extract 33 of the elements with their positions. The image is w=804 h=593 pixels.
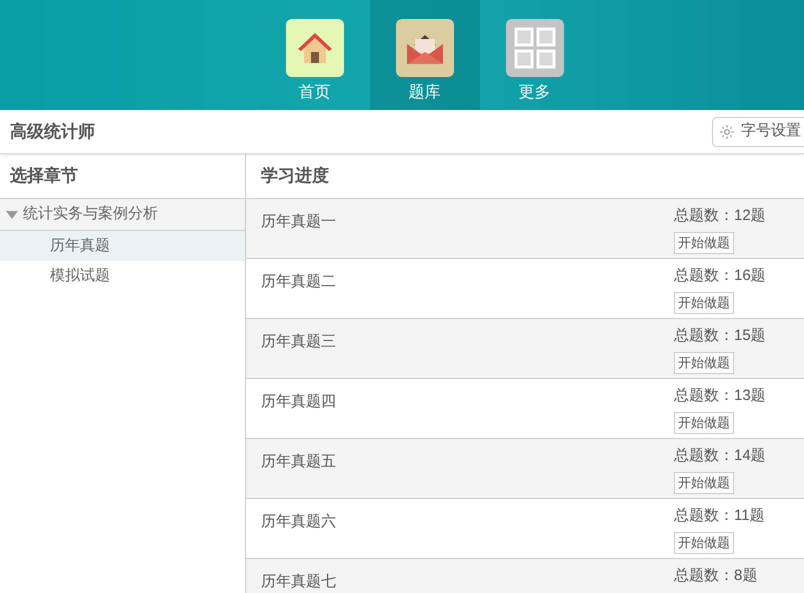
chapter-item[interactable]: 统计实务与案例分析 [0, 199, 245, 231]
exam-name: 历年真题三 [260, 332, 337, 352]
sidebar-heading: 选择章节 [10, 165, 78, 188]
question-count: 总题数：15题 [674, 326, 766, 346]
question-count: 总题数：11题 [674, 506, 765, 526]
grid-icon [506, 19, 564, 77]
start-button[interactable]: 开始做题 [674, 472, 734, 494]
section-item[interactable]: 模拟试题 [0, 261, 245, 291]
font-settings-button[interactable]: 字号设置 [712, 116, 804, 146]
progress-heading: 学习进度 [261, 165, 329, 188]
exam-name: 历年真题一 [260, 212, 337, 232]
start-button[interactable]: 开始做题 [674, 232, 734, 254]
page-title: 高级统计师 [9, 120, 95, 143]
nav-tab[interactable]: 题库 [370, 0, 480, 110]
start-button[interactable]: 开始做题 [674, 292, 734, 314]
caret-icon [6, 210, 18, 218]
gear-icon [719, 124, 735, 140]
exam-name: 历年真题五 [260, 452, 337, 472]
exam-name: 历年真题二 [260, 272, 337, 292]
question-count: 总题数：12题 [674, 206, 766, 226]
start-button[interactable]: 开始做题 [674, 352, 734, 374]
exam-name: 历年真题七 [260, 572, 337, 592]
question-count: 总题数：13题 [674, 386, 766, 406]
envelope-icon [396, 19, 454, 77]
house-icon [286, 19, 344, 77]
question-count: 总题数：8题 [674, 566, 758, 586]
question-count: 总题数：14题 [674, 446, 766, 466]
exam-name: 历年真题六 [260, 512, 337, 532]
section-item[interactable]: 历年真题 [0, 231, 245, 261]
exam-name: 历年真题四 [260, 392, 337, 412]
start-button[interactable]: 开始做题 [674, 412, 734, 434]
start-button[interactable]: 开始做题 [674, 532, 734, 554]
question-count: 总题数：16题 [674, 266, 766, 286]
